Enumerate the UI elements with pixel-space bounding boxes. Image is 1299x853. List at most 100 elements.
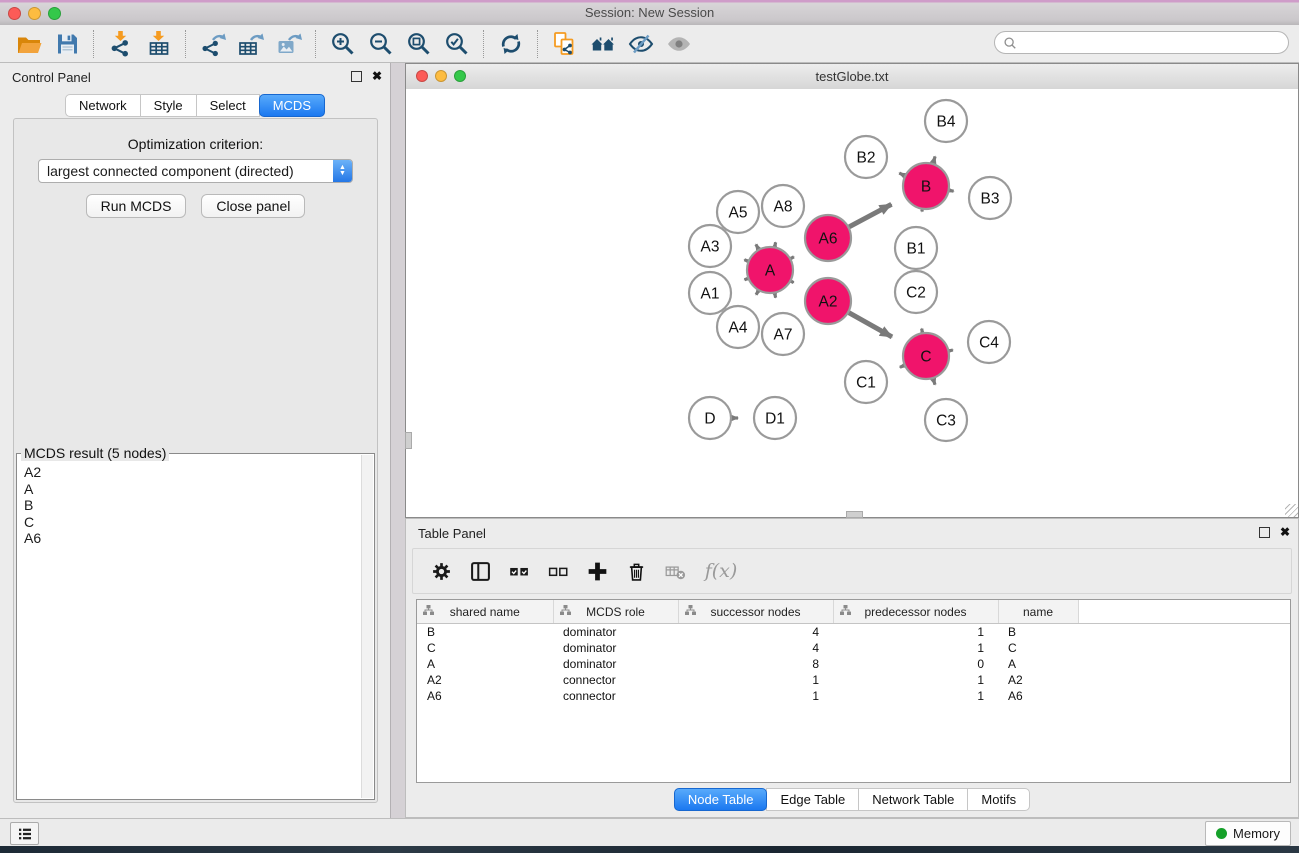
table-cell[interactable]: A bbox=[998, 656, 1078, 672]
import-table-button[interactable] bbox=[140, 28, 178, 60]
table-cell[interactable]: dominator bbox=[553, 640, 678, 656]
edge-C-C3[interactable] bbox=[933, 379, 935, 385]
table-row[interactable]: A6connector11A6 bbox=[417, 688, 1290, 704]
zoom-fit-button[interactable] bbox=[400, 28, 438, 60]
table-cell[interactable]: A2 bbox=[998, 672, 1078, 688]
table-cell[interactable]: 1 bbox=[833, 688, 998, 704]
column-header-MCDS-role[interactable]: MCDS role bbox=[553, 600, 678, 624]
select-all-button[interactable] bbox=[503, 555, 535, 587]
column-header-successor-nodes[interactable]: successor nodes bbox=[678, 600, 833, 624]
edge-A-A6[interactable] bbox=[791, 257, 794, 259]
close-table-panel-icon[interactable]: ✖ bbox=[1280, 526, 1290, 538]
graph-node-A2[interactable]: A2 bbox=[805, 278, 851, 324]
column-header-predecessor-nodes[interactable]: predecessor nodes bbox=[833, 600, 998, 624]
edge-C-C2[interactable] bbox=[922, 329, 923, 333]
edge-B-B2[interactable] bbox=[899, 173, 904, 176]
edge-A-A3[interactable] bbox=[744, 260, 747, 261]
table-cell[interactable]: 1 bbox=[678, 688, 833, 704]
tab-edge-table[interactable]: Edge Table bbox=[766, 788, 859, 811]
graph-node-B4[interactable]: B4 bbox=[925, 100, 967, 142]
table-cell[interactable]: 1 bbox=[833, 624, 998, 641]
column-header-name[interactable]: name bbox=[998, 600, 1078, 624]
graph-node-A8[interactable]: A8 bbox=[762, 185, 804, 227]
delete-table-button[interactable] bbox=[659, 555, 691, 587]
graph-node-A[interactable]: A bbox=[747, 247, 793, 293]
graph-node-A7[interactable]: A7 bbox=[762, 313, 804, 355]
edge-B-B3[interactable] bbox=[950, 190, 954, 191]
network-canvas[interactable]: B4B2BB3A5A8A6A3B1AA1C2A2A4A7C4CC1C3DD1 bbox=[406, 89, 1298, 517]
graph-node-A4[interactable]: A4 bbox=[717, 306, 759, 348]
memory-button[interactable]: Memory bbox=[1205, 821, 1291, 846]
zoom-out-button[interactable] bbox=[362, 28, 400, 60]
table-cell[interactable]: A2 bbox=[417, 672, 553, 688]
table-cell[interactable]: C bbox=[998, 640, 1078, 656]
graph-node-C1[interactable]: C1 bbox=[845, 361, 887, 403]
close-panel-button[interactable]: Close panel bbox=[201, 194, 305, 218]
result-list-item[interactable]: A2 bbox=[18, 464, 362, 481]
tab-select[interactable]: Select bbox=[196, 94, 260, 117]
edge-C-C1[interactable] bbox=[900, 366, 904, 368]
table-cell[interactable]: 1 bbox=[678, 672, 833, 688]
create-column-button[interactable] bbox=[581, 555, 613, 587]
table-cell[interactable]: 8 bbox=[678, 656, 833, 672]
canvas-handle-left[interactable] bbox=[405, 432, 412, 449]
export-network-button[interactable] bbox=[194, 28, 232, 60]
edge-A6-B[interactable] bbox=[849, 204, 891, 227]
edge-A-A1[interactable] bbox=[745, 279, 748, 280]
search-input[interactable] bbox=[1022, 34, 1280, 51]
export-image-button[interactable] bbox=[270, 28, 308, 60]
table-cell[interactable]: 4 bbox=[678, 640, 833, 656]
save-session-button[interactable] bbox=[48, 28, 86, 60]
criterion-select[interactable]: largest connected component (directed) ▲… bbox=[38, 159, 353, 183]
graph-node-D1[interactable]: D1 bbox=[754, 397, 796, 439]
table-row[interactable]: Cdominator41C bbox=[417, 640, 1290, 656]
graph-node-C2[interactable]: C2 bbox=[895, 271, 937, 313]
task-history-button[interactable] bbox=[10, 822, 39, 845]
table-cell[interactable]: connector bbox=[553, 688, 678, 704]
tab-mcds[interactable]: MCDS bbox=[259, 94, 325, 117]
table-cell[interactable]: C bbox=[417, 640, 553, 656]
table-cell[interactable]: 1 bbox=[833, 640, 998, 656]
table-cell[interactable]: A6 bbox=[417, 688, 553, 704]
table-cell[interactable]: 1 bbox=[833, 672, 998, 688]
window-resize-grip[interactable] bbox=[1285, 504, 1298, 517]
result-list-item[interactable]: C bbox=[18, 514, 362, 531]
zoom-in-button[interactable] bbox=[324, 28, 362, 60]
tab-node-table[interactable]: Node Table bbox=[674, 788, 768, 811]
tab-network-table[interactable]: Network Table bbox=[858, 788, 968, 811]
edge-A-A5[interactable] bbox=[756, 244, 759, 249]
table-row[interactable]: Bdominator41B bbox=[417, 624, 1290, 641]
delete-column-button[interactable] bbox=[620, 555, 652, 587]
edge-C-C4[interactable] bbox=[949, 350, 953, 351]
table-cell[interactable]: A bbox=[417, 656, 553, 672]
show-column-button[interactable] bbox=[464, 555, 496, 587]
table-row[interactable]: Adominator80A bbox=[417, 656, 1290, 672]
import-network-button[interactable] bbox=[102, 28, 140, 60]
graph-node-C4[interactable]: C4 bbox=[968, 321, 1010, 363]
tab-style[interactable]: Style bbox=[140, 94, 197, 117]
table-cell[interactable]: 4 bbox=[678, 624, 833, 641]
hide-selected-button[interactable] bbox=[622, 28, 660, 60]
table-cell[interactable]: dominator bbox=[553, 656, 678, 672]
table-cell[interactable]: 0 bbox=[833, 656, 998, 672]
run-mcds-button[interactable]: Run MCDS bbox=[86, 194, 187, 218]
canvas-handle-bottom[interactable] bbox=[846, 511, 863, 518]
export-table-button[interactable] bbox=[232, 28, 270, 60]
graph-node-A1[interactable]: A1 bbox=[689, 272, 731, 314]
edge-B-B4[interactable] bbox=[933, 156, 935, 163]
result-scrollbar[interactable] bbox=[361, 455, 373, 798]
graph-node-A3[interactable]: A3 bbox=[689, 225, 731, 267]
column-header-shared-name[interactable]: shared name bbox=[417, 600, 553, 624]
table-cell[interactable]: B bbox=[417, 624, 553, 641]
search-field[interactable] bbox=[994, 31, 1289, 54]
result-list-item[interactable]: A6 bbox=[18, 530, 362, 547]
graph-node-B[interactable]: B bbox=[903, 163, 949, 209]
tab-motifs[interactable]: Motifs bbox=[967, 788, 1030, 811]
function-builder-button[interactable]: f(x) bbox=[698, 555, 744, 587]
graph-node-A5[interactable]: A5 bbox=[717, 191, 759, 233]
table-cell[interactable]: connector bbox=[553, 672, 678, 688]
result-list-item[interactable]: B bbox=[18, 497, 362, 514]
table-row[interactable]: A2connector11A2 bbox=[417, 672, 1290, 688]
table-cell[interactable]: B bbox=[998, 624, 1078, 641]
edge-A2-C[interactable] bbox=[849, 313, 892, 337]
